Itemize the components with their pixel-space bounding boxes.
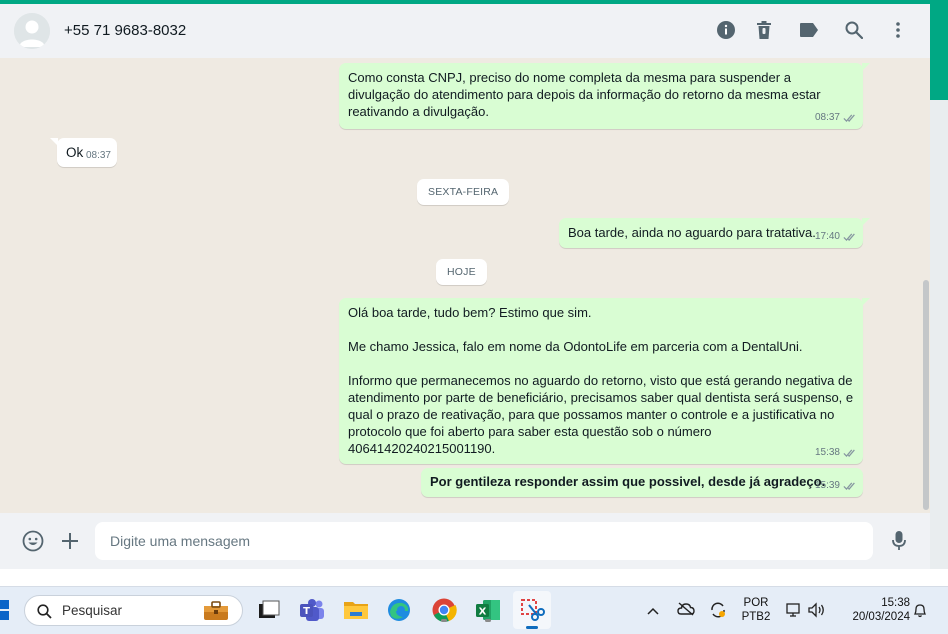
info-icon[interactable] — [714, 18, 738, 42]
message-time: 08:37 — [814, 112, 840, 123]
message-time: 17:40 — [814, 231, 840, 242]
notification-bell-icon[interactable] — [913, 602, 927, 623]
snipping-tool-icon — [521, 599, 545, 621]
whatsapp-window: +55 71 9683-8032 Como consta CNPJ, preci… — [0, 0, 948, 586]
teams-icon[interactable]: T — [299, 597, 325, 623]
chat-header: +55 71 9683-8032 — [0, 4, 930, 58]
emoji-icon[interactable] — [21, 529, 45, 553]
chevron-up-icon[interactable] — [647, 603, 659, 621]
message-outgoing[interactable]: Olá boa tarde, tudo bem? Estimo que sim.… — [339, 298, 870, 464]
day-separator: SEXTA-FEIRA — [417, 179, 510, 205]
search-icon[interactable] — [842, 18, 866, 42]
message-time: 08:37 — [85, 150, 111, 161]
svg-text:X: X — [479, 607, 487, 618]
svg-text:T: T — [303, 606, 310, 617]
windows-start-icon[interactable] — [0, 600, 12, 620]
chat-scrollbar-thumb[interactable] — [923, 280, 929, 510]
contact-name[interactable]: +55 71 9683-8032 — [64, 22, 186, 39]
plus-icon[interactable] — [58, 529, 82, 553]
excel-icon[interactable]: X — [475, 597, 501, 623]
avatar[interactable] — [14, 13, 50, 49]
double-check-icon — [843, 114, 855, 122]
message-text: Informo que permanecemos no aguardo do r… — [348, 373, 854, 456]
briefcase-icon — [204, 601, 228, 620]
language-code: POR — [743, 597, 769, 609]
network-icon[interactable] — [786, 602, 802, 623]
chat-messages-area[interactable]: Como consta CNPJ, preciso do nome comple… — [0, 58, 930, 513]
menu-dots-icon[interactable] — [886, 18, 910, 42]
clock[interactable]: 15:38 20/03/2024 — [838, 596, 910, 624]
message-outgoing[interactable]: Por gentileza responder assim que possiv… — [421, 468, 863, 497]
message-meta: 17:40 — [815, 228, 857, 245]
double-check-icon — [843, 482, 855, 490]
message-incoming[interactable]: Ok 08:37 — [50, 138, 117, 167]
message-time: 15:39 — [814, 480, 840, 491]
windows-taskbar: Pesquisar T X POR PTB2 15:38 20/03/2024 — [0, 586, 948, 634]
right-accent-bar — [930, 0, 948, 100]
keyboard-language[interactable]: POR PTB2 — [740, 596, 772, 624]
volume-icon[interactable] — [808, 602, 826, 623]
taskbar-search[interactable]: Pesquisar — [24, 595, 243, 626]
message-meta: 08:37 — [815, 109, 857, 126]
taskbar-search-placeholder: Pesquisar — [62, 603, 123, 618]
message-text: Por gentileza responder assim que possiv… — [430, 474, 826, 489]
default-avatar-icon — [14, 13, 50, 49]
snipping-tool-app[interactable] — [513, 591, 551, 629]
message-input[interactable] — [95, 522, 873, 560]
day-separator: HOJE — [436, 259, 487, 285]
message-composer — [0, 513, 930, 569]
label-icon[interactable] — [797, 18, 821, 42]
chrome-icon[interactable] — [431, 597, 457, 623]
sync-icon[interactable] — [709, 601, 727, 624]
double-check-icon — [843, 233, 855, 241]
message-outgoing[interactable]: Boa tarde, ainda no aguardo para tratati… — [559, 218, 870, 248]
keyboard-layout: PTB2 — [741, 611, 771, 623]
message-meta: 15:38 — [815, 444, 857, 461]
message-text: Boa tarde, ainda no aguardo para tratati… — [568, 225, 816, 240]
message-outgoing[interactable]: Como consta CNPJ, preciso do nome comple… — [339, 63, 870, 129]
cloud-offline-icon[interactable] — [677, 602, 695, 621]
right-border-panel — [930, 100, 948, 586]
message-meta: 15:39 — [815, 477, 857, 494]
edge-icon[interactable] — [386, 597, 412, 623]
search-icon — [37, 604, 52, 619]
folder-icon[interactable] — [343, 597, 369, 623]
message-time: 15:38 — [814, 447, 840, 458]
clock-time: 15:38 — [881, 597, 910, 609]
message-text: Como consta CNPJ, preciso do nome comple… — [348, 70, 821, 119]
message-text: Me chamo Jessica, falo em nome da Odonto… — [348, 339, 803, 354]
task-view-icon[interactable] — [256, 597, 282, 623]
trash-icon[interactable] — [752, 18, 776, 42]
message-meta: 08:37 — [86, 147, 111, 164]
clock-date: 20/03/2024 — [852, 611, 910, 623]
message-text: Olá boa tarde, tudo bem? Estimo que sim. — [348, 305, 592, 320]
mic-icon[interactable] — [887, 529, 911, 553]
double-check-icon — [843, 449, 855, 457]
